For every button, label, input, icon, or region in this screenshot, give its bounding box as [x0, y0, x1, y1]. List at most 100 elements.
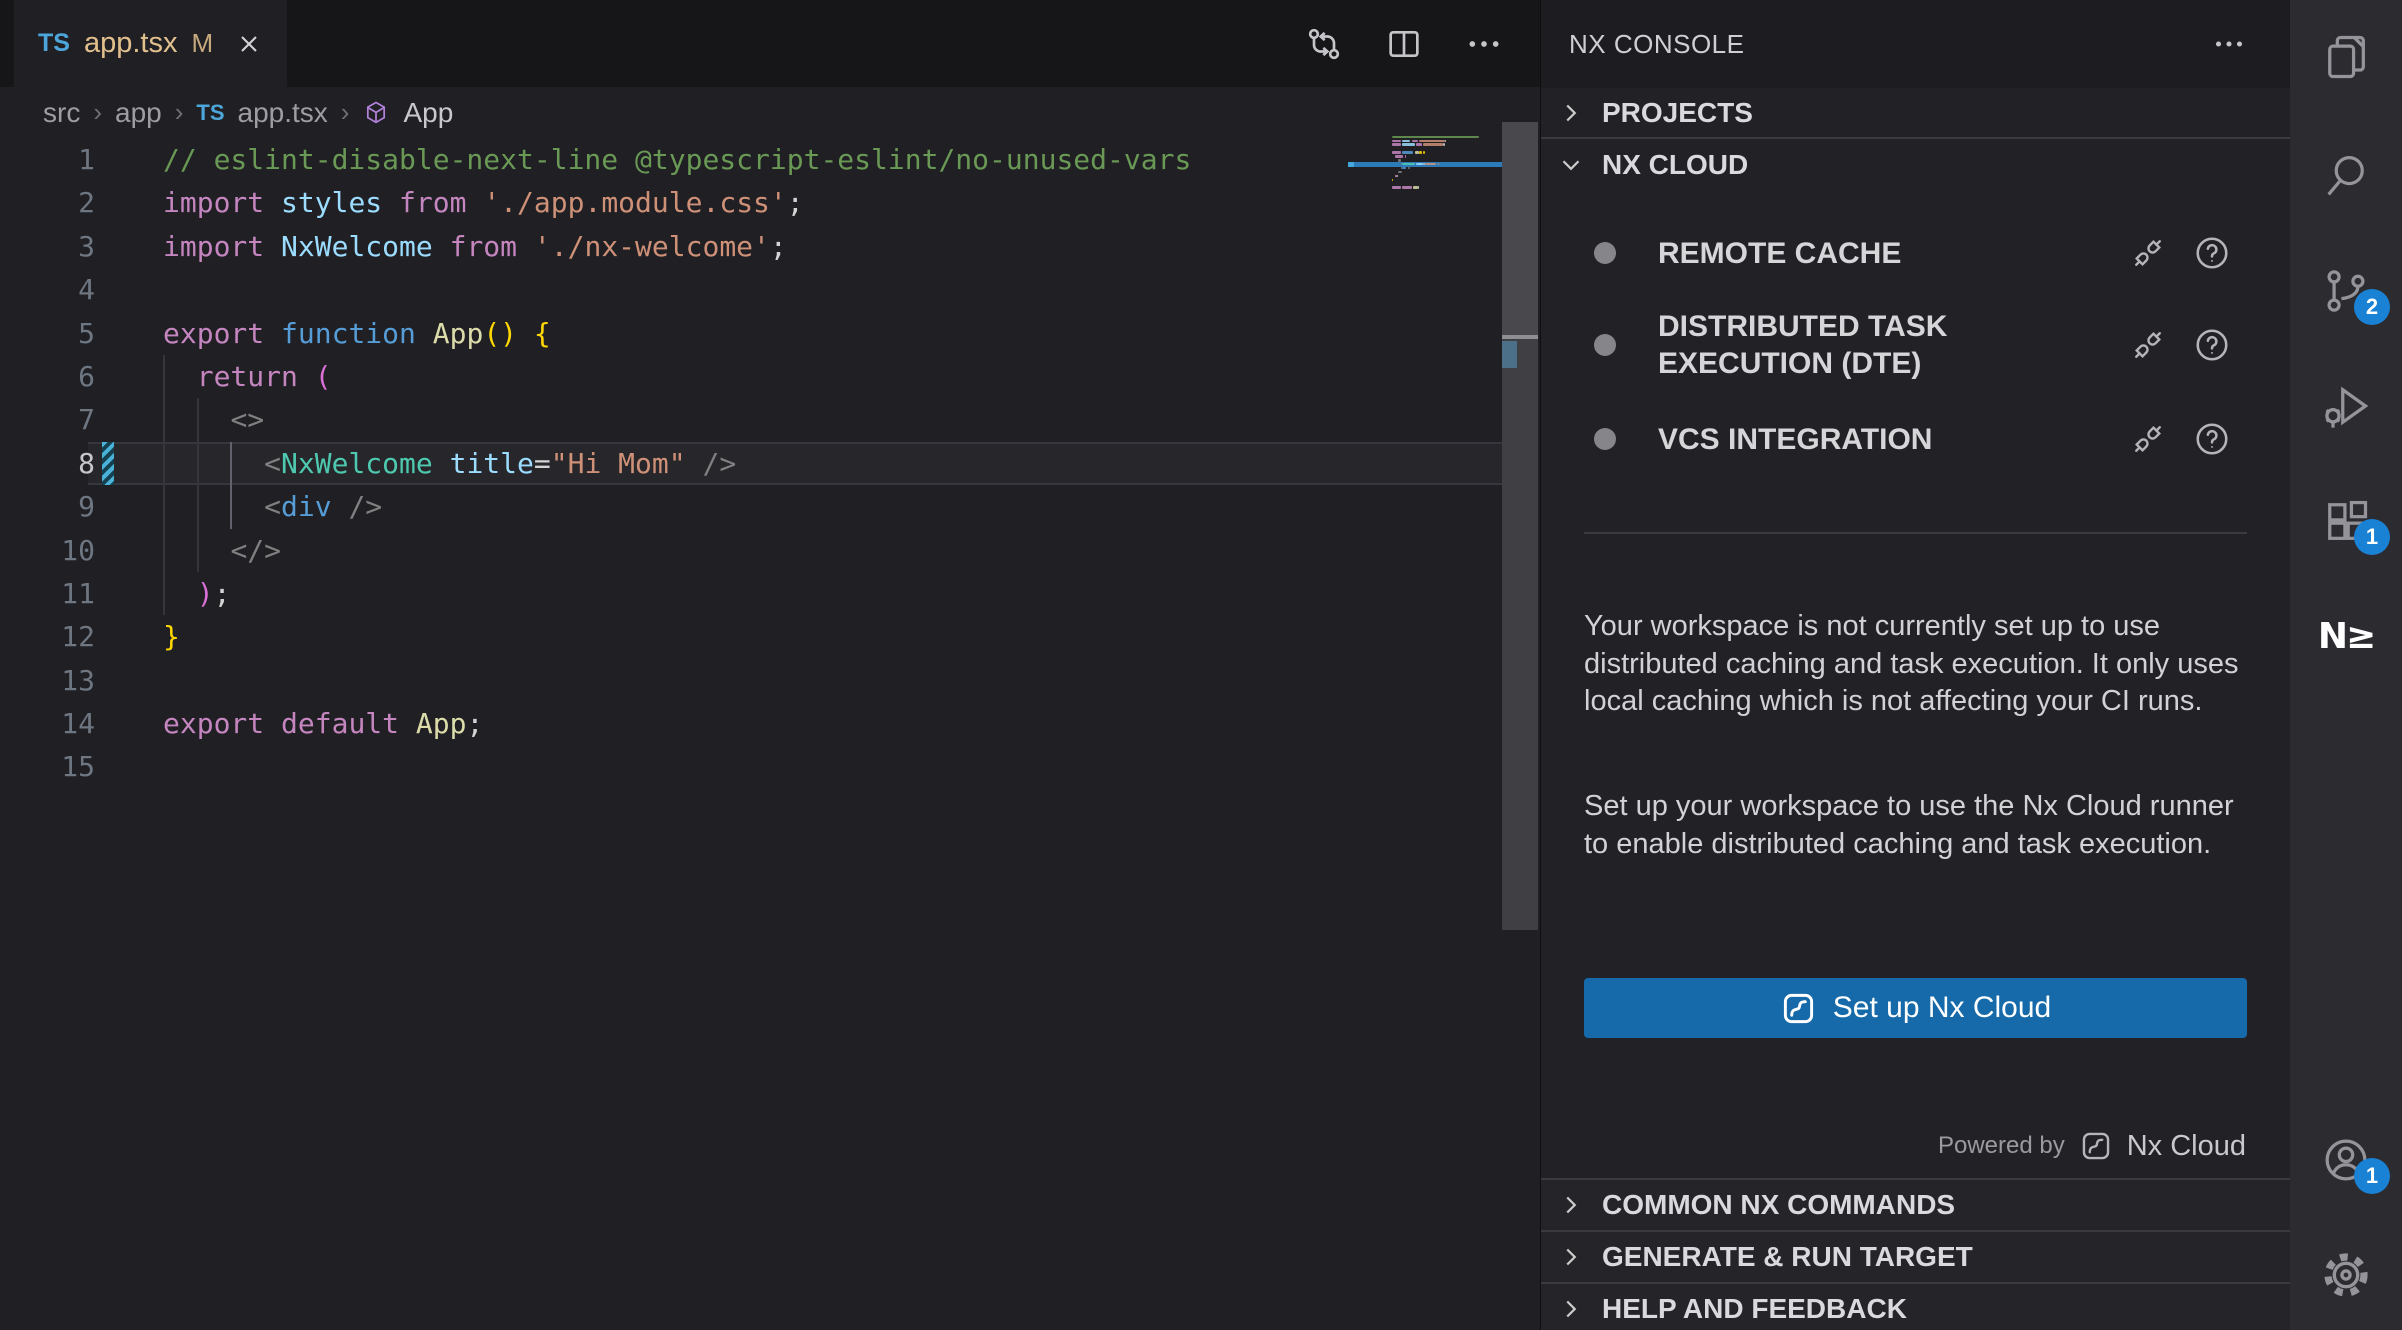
code-text: export function App() {	[163, 312, 551, 355]
cloud-feature-row: REMOTE CACHE	[1541, 224, 2291, 282]
typescript-file-icon: TS	[196, 100, 224, 126]
code-line[interactable]: 9 <div />	[0, 485, 1500, 528]
code-line[interactable]: 13	[0, 659, 1500, 702]
connect-icon[interactable]	[2129, 420, 2167, 458]
breadcrumb-src[interactable]: src	[43, 97, 80, 129]
tab-app-tsx[interactable]: TS app.tsx M	[14, 0, 287, 87]
setup-nx-cloud-button[interactable]: Set up Nx Cloud	[1584, 978, 2247, 1038]
minimap-line	[1423, 151, 1424, 154]
code-line[interactable]: 11 );	[0, 572, 1500, 615]
scrollbar-slider[interactable]	[1502, 122, 1538, 335]
breadcrumb-app[interactable]: app	[115, 97, 162, 129]
code-line[interactable]: 2import styles from './app.module.css';	[0, 181, 1500, 224]
badge-count: 1	[2354, 519, 2390, 555]
section-help-and-feedback[interactable]: HELP AND FEEDBACK	[1541, 1284, 2291, 1330]
breadcrumb: src › app › TS app.tsx › App	[0, 87, 1500, 138]
explorer-icon[interactable]	[2314, 25, 2378, 89]
feature-label: REMOTE CACHE	[1658, 235, 1901, 272]
code-line[interactable]: 3 import NxWelcome from './nx-welcome';	[0, 225, 1500, 268]
line-number: 12	[0, 615, 95, 658]
breadcrumb-separator: ›	[175, 97, 184, 128]
connect-icon[interactable]	[2129, 234, 2167, 272]
editor-scrollbar[interactable]	[1502, 0, 1538, 1330]
minimap-line	[1408, 167, 1411, 170]
section-projects[interactable]: PROJECTS	[1541, 88, 2291, 137]
minimap-line	[1392, 151, 1401, 154]
code-line[interactable]: 10 </>	[0, 529, 1500, 572]
line-number: 15	[0, 745, 95, 788]
close-tab-icon[interactable]	[235, 30, 263, 58]
nx-cloud-icon	[2079, 1129, 2113, 1163]
code-editor[interactable]: 1 // eslint-disable-next-line @typescript…	[0, 138, 1540, 1330]
minimap-line	[1416, 143, 1422, 146]
badge-count: 1	[2354, 1158, 2390, 1194]
status-dot	[1594, 242, 1616, 264]
code-text: <NxWelcome title="Hi Mom" />	[163, 442, 736, 485]
sidebar-title: NX CONSOLE	[1569, 29, 1745, 60]
minimap-line	[1445, 140, 1446, 143]
code-line[interactable]: 12}	[0, 615, 1500, 658]
code-line[interactable]: 4	[0, 268, 1500, 311]
line-number: 5	[0, 312, 95, 355]
code-line[interactable]: 6 return (	[0, 355, 1500, 398]
typescript-file-icon: TS	[38, 29, 70, 58]
breadcrumb-file[interactable]: app.tsx	[238, 97, 328, 129]
split-editor-icon[interactable]	[1384, 24, 1424, 64]
line-number: 1	[0, 138, 95, 181]
more-actions-icon[interactable]	[1464, 24, 1504, 64]
nx-console-icon[interactable]: N≥	[2314, 604, 2378, 668]
help-icon[interactable]	[2193, 326, 2231, 364]
compare-changes-icon[interactable]	[1304, 24, 1344, 64]
minimap-line	[1398, 159, 1401, 162]
help-icon[interactable]	[2193, 234, 2231, 272]
code-text: // eslint-disable-next-line @typescript-…	[163, 138, 1191, 181]
code-lines: 1 // eslint-disable-next-line @typescript…	[0, 138, 1500, 789]
line-number: 8	[0, 442, 95, 485]
code-text: import NxWelcome from './nx-welcome';	[163, 225, 787, 268]
section-label: HELP AND FEEDBACK	[1602, 1293, 1907, 1325]
chevron-right-icon	[1556, 1242, 1586, 1272]
nx-logo: N≥	[2318, 616, 2374, 657]
setup-hint-text: Set up your workspace to use the Nx Clou…	[1584, 788, 2254, 863]
minimap-line	[1418, 186, 1419, 189]
section-nx-cloud[interactable]: NX CLOUD	[1541, 139, 2291, 190]
button-label: Set up Nx Cloud	[1833, 991, 2051, 1025]
settings-gear-icon[interactable]	[2314, 1243, 2378, 1307]
code-text: <div />	[163, 485, 382, 528]
breadcrumb-symbol[interactable]: App	[403, 97, 453, 129]
run-debug-icon[interactable]	[2314, 374, 2378, 438]
section-common-nx-commands[interactable]: COMMON NX COMMANDS	[1541, 1180, 2291, 1230]
powered-by: Powered by Nx Cloud	[1938, 1118, 2246, 1174]
minimap-line	[1392, 179, 1393, 182]
code-text: return (	[163, 355, 332, 398]
code-line[interactable]: 8 <NxWelcome title="Hi Mom" />	[0, 442, 1500, 485]
brand-name: Nx Cloud	[2127, 1130, 2246, 1163]
code-line[interactable]: 14export default App;	[0, 702, 1500, 745]
help-icon[interactable]	[2193, 420, 2231, 458]
source-control-icon[interactable]: 2	[2314, 259, 2378, 323]
search-icon[interactable]	[2314, 144, 2378, 208]
minimap-line	[1402, 186, 1412, 189]
breadcrumb-separator: ›	[341, 97, 350, 128]
modified-indicator: M	[191, 28, 213, 59]
vscode-window: TS app.tsx M	[0, 0, 2402, 1330]
code-line[interactable]: 15	[0, 745, 1500, 788]
code-line[interactable]: 1 // eslint-disable-next-line @typescript…	[0, 138, 1500, 181]
chevron-right-icon	[1556, 1294, 1586, 1324]
activity-bar: 2 1 N≥ 1	[2290, 0, 2402, 1330]
code-line[interactable]: 5 export function App() {	[0, 312, 1500, 355]
tab-filename: app.tsx	[84, 27, 178, 60]
extensions-icon[interactable]: 1	[2314, 489, 2378, 553]
line-number: 10	[0, 529, 95, 572]
sidebar-more-actions-icon[interactable]	[2211, 26, 2247, 62]
minimap-line	[1396, 175, 1397, 178]
account-icon[interactable]: 1	[2314, 1128, 2378, 1192]
minimap-line	[1402, 140, 1411, 143]
code-text: <>	[163, 398, 264, 441]
section-label: COMMON NX COMMANDS	[1602, 1189, 1955, 1221]
code-line[interactable]: 7 <>	[0, 398, 1500, 441]
line-number: 3	[0, 225, 95, 268]
minimap[interactable]	[1348, 135, 1502, 375]
connect-icon[interactable]	[2129, 326, 2167, 364]
section-generate-run-target[interactable]: GENERATE & RUN TARGET	[1541, 1232, 2291, 1282]
